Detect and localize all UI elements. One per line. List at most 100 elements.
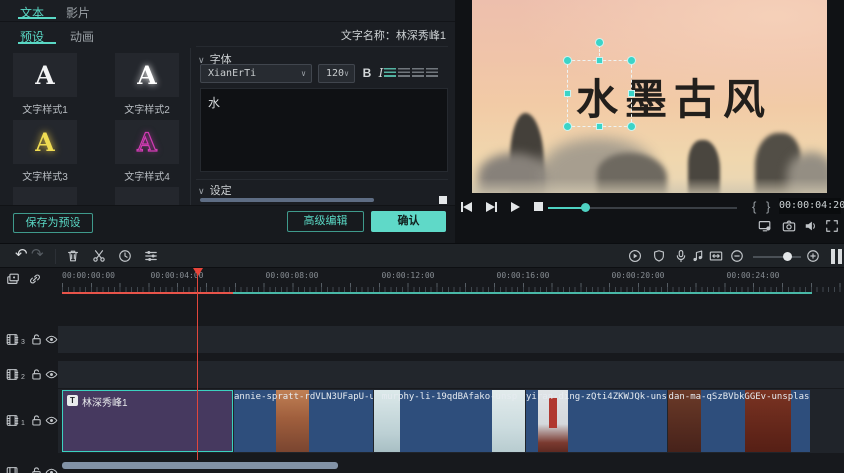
save-preset-button[interactable]: 保存为预设 bbox=[13, 213, 93, 233]
eye-icon[interactable] bbox=[45, 368, 59, 382]
lock-icon[interactable] bbox=[30, 414, 44, 428]
text-style-card-4[interactable]: A bbox=[115, 120, 179, 164]
handle-top-mid[interactable] bbox=[596, 57, 603, 64]
clip-video-2[interactable]: murphy-li-19qdBAfako-unsp bbox=[374, 390, 525, 452]
redo-icon[interactable]: ↷ bbox=[31, 247, 45, 262]
font-size-dropdown[interactable]: 120 ∨ bbox=[318, 64, 355, 83]
snapshot-camera-icon[interactable] bbox=[782, 219, 796, 233]
rotation-handle[interactable] bbox=[595, 38, 604, 47]
settings-section-label: 设定 bbox=[209, 185, 232, 197]
chevron-down-icon: ∨ bbox=[344, 69, 349, 78]
timeline-toolbar: ↶ ↷ bbox=[0, 243, 844, 268]
track-lane-2 bbox=[58, 361, 844, 388]
duration-clock-icon[interactable] bbox=[118, 249, 132, 263]
clip-video-3[interactable]: yiran-ding-zQti4ZKWJQk-unsp bbox=[526, 390, 667, 452]
bar bbox=[495, 202, 497, 212]
ruler-label: 00:00:08:00 bbox=[265, 271, 319, 280]
previous-frame-button[interactable] bbox=[461, 201, 472, 213]
adjust-sliders-icon[interactable] bbox=[144, 249, 158, 263]
preview-viewport[interactable]: 水墨古风 bbox=[472, 0, 827, 193]
handle-left-mid[interactable] bbox=[564, 90, 571, 97]
lock-icon[interactable] bbox=[30, 333, 44, 347]
selection-box[interactable] bbox=[563, 56, 636, 131]
chevron-down-icon: ∨ bbox=[198, 186, 205, 196]
align-right-icon[interactable] bbox=[412, 68, 424, 77]
track-height-bar[interactable] bbox=[838, 249, 842, 264]
bold-button[interactable]: B bbox=[360, 64, 374, 83]
undo-icon[interactable]: ↶ bbox=[15, 247, 29, 262]
handle-top-left[interactable] bbox=[563, 56, 572, 65]
text-style-card-3[interactable]: A bbox=[13, 120, 77, 164]
fit-timeline-icon[interactable] bbox=[709, 249, 723, 263]
volume-icon[interactable] bbox=[804, 219, 818, 233]
video-track-icon bbox=[6, 333, 20, 347]
clip-video-4[interactable]: dan-ma-qSzBVbkGGEv-unsplas bbox=[668, 390, 810, 452]
mark-in-button[interactable]: { bbox=[752, 199, 756, 214]
handle-bottom-right[interactable] bbox=[627, 122, 636, 131]
track-number: 3 bbox=[21, 339, 25, 346]
timeline-ruler[interactable]: 00:00:00:00 00:00:04:00 00:00:08:00 00:0… bbox=[0, 268, 844, 296]
playhead-line[interactable] bbox=[197, 275, 198, 460]
properties-scrollbar[interactable] bbox=[200, 198, 374, 202]
subtab-animation[interactable]: 动画 bbox=[70, 28, 94, 45]
marker-icon[interactable] bbox=[652, 249, 666, 263]
handle-bottom-mid[interactable] bbox=[596, 123, 603, 130]
lock-icon[interactable] bbox=[30, 368, 44, 382]
eye-icon[interactable] bbox=[45, 466, 59, 473]
text-style-card-2[interactable]: A bbox=[115, 53, 179, 97]
align-justify-icon[interactable] bbox=[426, 68, 438, 77]
style-label-2: 文字样式2 bbox=[124, 105, 170, 116]
tab-text-underline bbox=[18, 17, 56, 19]
scrollbar-corner[interactable] bbox=[439, 196, 447, 204]
eye-icon[interactable] bbox=[45, 414, 59, 428]
text-style-card-1[interactable]: A bbox=[13, 53, 77, 97]
ink-fog bbox=[472, 178, 827, 193]
delete-icon[interactable] bbox=[66, 249, 80, 263]
render-preview-icon[interactable] bbox=[628, 249, 642, 263]
thumbnail-detail bbox=[549, 398, 557, 428]
align-center-icon[interactable] bbox=[398, 68, 410, 77]
playhead-handle[interactable] bbox=[193, 268, 203, 276]
text-style-grid: A A 文字样式1 文字样式2 A A 文字样式3 文字样式4 bbox=[0, 48, 189, 207]
play-button[interactable] bbox=[511, 201, 520, 213]
split-scissors-icon[interactable] bbox=[92, 249, 106, 263]
timeline-zoom-slider[interactable] bbox=[753, 256, 801, 258]
stop-button[interactable] bbox=[534, 202, 543, 211]
tab-video[interactable]: 影片 bbox=[66, 4, 90, 21]
clip-name: annie-spratt-rdVLN3UFapU-u bbox=[234, 392, 373, 402]
next-frame-button[interactable] bbox=[486, 201, 497, 213]
track-height-bar[interactable] bbox=[831, 249, 835, 264]
mark-out-button[interactable]: } bbox=[766, 199, 770, 214]
style-label-1: 文字样式1 bbox=[22, 105, 68, 116]
clip-title[interactable]: T 林深秀峰1 bbox=[62, 390, 233, 452]
text-name-label: 文字名称：林深秀峰1 bbox=[340, 30, 446, 42]
title-clip-icon: T bbox=[67, 395, 78, 406]
zoom-out-icon[interactable] bbox=[730, 249, 744, 263]
confirm-button[interactable]: 确认 bbox=[371, 211, 446, 232]
eye-icon[interactable] bbox=[45, 333, 59, 347]
align-left-icon[interactable] bbox=[384, 68, 396, 77]
timeline-zoom-knob[interactable] bbox=[783, 252, 792, 261]
handle-right-mid[interactable] bbox=[628, 90, 635, 97]
link-icon[interactable] bbox=[28, 272, 42, 286]
handle-bottom-left[interactable] bbox=[563, 122, 572, 131]
text-content-input[interactable]: 水 bbox=[200, 88, 448, 172]
text-style-card-6[interactable] bbox=[115, 187, 179, 207]
audio-mixer-icon[interactable] bbox=[691, 249, 705, 263]
zoom-in-icon[interactable] bbox=[806, 249, 820, 263]
display-settings-icon[interactable] bbox=[758, 219, 772, 233]
handle-top-right[interactable] bbox=[627, 56, 636, 65]
timeline: ↶ ↷ 00:00:00:00 00:00:04:00 00:00:08:00 … bbox=[0, 243, 844, 473]
clip-video-1[interactable]: annie-spratt-rdVLN3UFapU-u bbox=[234, 390, 373, 452]
preview-scrubber[interactable] bbox=[548, 207, 737, 209]
text-style-card-5[interactable] bbox=[13, 187, 77, 207]
font-family-dropdown[interactable]: XianErTi ∨ bbox=[200, 64, 312, 83]
fullscreen-icon[interactable] bbox=[825, 219, 839, 233]
lock-icon[interactable] bbox=[30, 466, 44, 473]
scrubber-knob[interactable] bbox=[581, 203, 590, 212]
voiceover-mic-icon[interactable] bbox=[674, 249, 688, 263]
manage-tracks-icon[interactable] bbox=[6, 272, 20, 286]
advanced-edit-button[interactable]: 高级编辑 bbox=[287, 211, 364, 232]
settings-section-header[interactable]: ∨ 设定 bbox=[198, 182, 232, 198]
timeline-scrollbar[interactable] bbox=[62, 462, 338, 469]
